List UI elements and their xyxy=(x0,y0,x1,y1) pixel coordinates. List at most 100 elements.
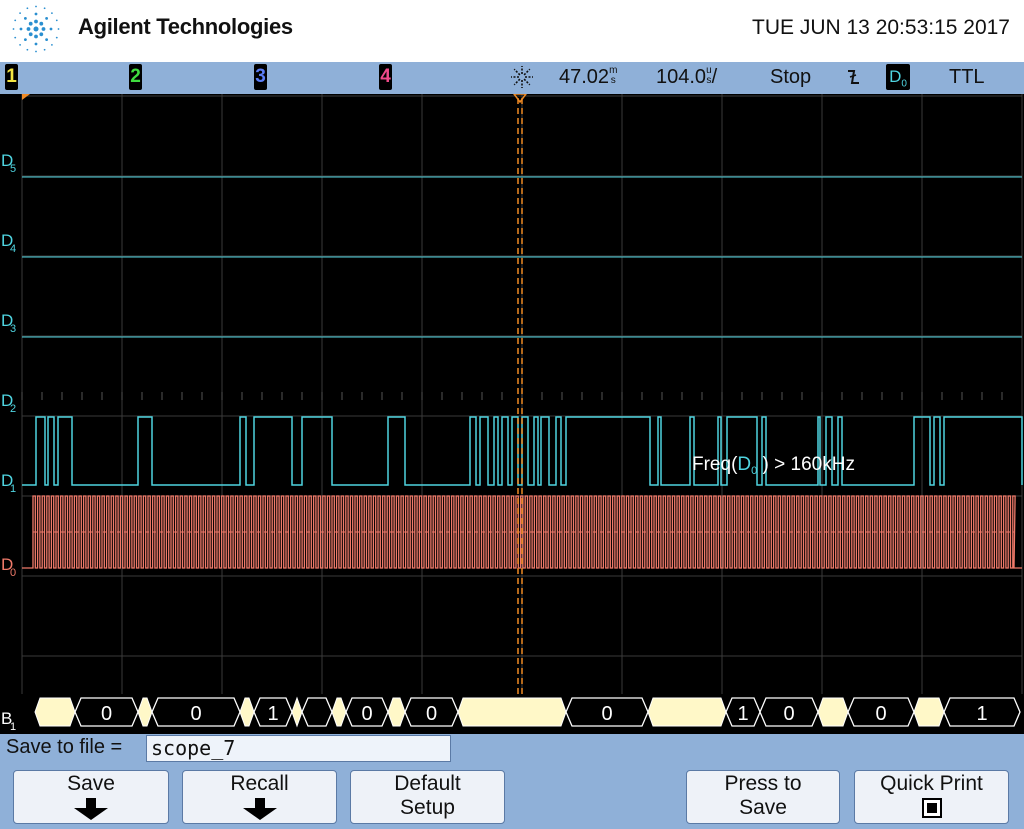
waveform-canvas: D5D4D3D2D1D0B1Freq(D0 ) > 160kHz0 0 1 0 0 0 1 0… xyxy=(1,94,1023,733)
logo-dot xyxy=(23,16,27,20)
spark-ray xyxy=(523,68,531,76)
logo-dot xyxy=(19,44,21,46)
logo-dot xyxy=(26,48,29,51)
run-state[interactable]: Stop xyxy=(770,64,811,90)
logo-dot xyxy=(41,27,46,31)
delay-unit-s: s xyxy=(610,75,616,86)
logo-dot xyxy=(28,21,33,26)
channel-3-indicator[interactable]: 3 xyxy=(254,64,267,90)
bus-value: 0 xyxy=(101,703,112,725)
logo-dot xyxy=(45,16,49,20)
trigger-source-sub: 0 xyxy=(901,78,907,90)
logo-dot xyxy=(34,34,38,39)
bus-packet xyxy=(331,697,347,727)
press-to-save-line2: Save xyxy=(739,796,787,819)
bus-packet xyxy=(647,697,727,727)
trigger-source[interactable]: D0 xyxy=(886,64,910,90)
logo-dot xyxy=(34,42,38,46)
press-to-save-line1: Press to xyxy=(724,772,802,795)
logo-dot xyxy=(28,32,33,37)
channel-sub-d3: 3 xyxy=(10,323,16,335)
logo-dot xyxy=(14,36,17,39)
default-setup-line2: Setup xyxy=(400,796,455,819)
header: Agilent Technologies TUE JUN 13 20:53:15… xyxy=(0,0,1024,62)
datetime: TUE JUN 13 20:53:15 2017 xyxy=(752,16,1010,39)
channel-sub-d1: 1 xyxy=(10,483,16,495)
channel-4-indicator[interactable]: 4 xyxy=(379,64,392,90)
recall-softkey[interactable]: Recall xyxy=(182,770,337,824)
timebase-value: 104.0 xyxy=(656,66,707,88)
logo-dot xyxy=(39,21,44,26)
save-softkey-label: Save xyxy=(67,772,115,795)
channel-sub-d4: 4 xyxy=(10,243,16,255)
spark-ray xyxy=(513,68,521,76)
bus-value: 1 xyxy=(976,703,987,725)
logo-dot xyxy=(51,44,53,46)
delay-value: 47.02 xyxy=(559,66,610,88)
channel-sub-d0: 0 xyxy=(10,567,16,579)
logo-dot xyxy=(34,19,38,24)
timebase[interactable]: 104.0 u s / xyxy=(656,64,717,90)
channel-sub-d5: 5 xyxy=(10,163,16,175)
logo-dot xyxy=(19,12,21,14)
bus-packet xyxy=(817,697,849,727)
logo-dot xyxy=(39,32,44,37)
bus-value: 1 xyxy=(737,703,748,725)
arrow-down-icon xyxy=(74,798,108,820)
logo-dot xyxy=(45,38,49,42)
logo-dot xyxy=(43,48,46,51)
logo-dot xyxy=(35,50,37,53)
spark-ray xyxy=(513,78,521,86)
checkbox-icon xyxy=(921,798,942,818)
bus-packet xyxy=(291,696,303,728)
filename-field[interactable]: scope_7 xyxy=(146,735,451,762)
bus-value: 1 xyxy=(267,703,278,725)
trigger-source-letter: D xyxy=(889,67,902,86)
logo-dot xyxy=(26,27,31,31)
logo-dot xyxy=(55,19,58,22)
spark-ray xyxy=(523,78,531,86)
quick-print-softkey[interactable]: Quick Print xyxy=(854,770,1009,824)
timebase-suffix: / xyxy=(711,66,718,88)
logo-dot xyxy=(51,12,53,14)
default-setup-line1: Default xyxy=(394,772,461,795)
horizontal-delay[interactable]: 47.02 m s xyxy=(559,64,617,90)
bus-packet xyxy=(387,697,406,727)
logo-dot xyxy=(55,36,58,39)
bus-decode-row: 0 0 1 0 0 0 1 0 0 1 xyxy=(34,696,1021,728)
channel-1-indicator[interactable]: 1 xyxy=(5,64,18,90)
threshold[interactable]: TTL xyxy=(949,64,985,90)
bus-value: 0 xyxy=(875,703,886,725)
logo-dot xyxy=(12,28,15,30)
bus-packet xyxy=(457,697,567,727)
quick-print-label: Quick Print xyxy=(880,772,983,795)
bus-value: 0 xyxy=(783,703,794,725)
recall-softkey-label: Recall xyxy=(230,772,289,795)
channel-2-indicator[interactable]: 2 xyxy=(129,64,142,90)
logo-dot xyxy=(49,27,53,31)
press-to-save-softkey[interactable]: Press to Save xyxy=(686,770,840,824)
logo-dot xyxy=(33,26,39,32)
logo-dot xyxy=(14,19,17,22)
logo-dot xyxy=(26,7,29,10)
bus-value: 0 xyxy=(601,703,612,725)
default-setup-softkey[interactable]: Default Setup xyxy=(350,770,505,824)
logo-dot xyxy=(34,12,38,16)
arrow-down-icon xyxy=(242,798,277,820)
channel-sub-d2: 2 xyxy=(10,403,16,415)
bus-value: 0 xyxy=(361,703,372,725)
bus-packet xyxy=(34,697,76,727)
bus-value: 0 xyxy=(190,703,201,725)
logo-dot xyxy=(43,7,46,10)
save-to-file-label: Save to file = xyxy=(6,736,123,758)
acquisition-spark-icon xyxy=(511,66,533,88)
measurement-readout: Freq(D0 ) > 160kHz xyxy=(692,454,855,477)
trigger-marker-icon xyxy=(22,94,30,100)
channel-sub-bus: 1 xyxy=(10,721,16,733)
logo-dot xyxy=(57,28,60,30)
brand-name: Agilent Technologies xyxy=(78,14,293,39)
falling-edge-icon xyxy=(848,70,859,84)
save-softkey[interactable]: Save xyxy=(13,770,169,824)
logo-dot xyxy=(35,5,37,8)
agilent-spark-logo xyxy=(12,5,60,53)
